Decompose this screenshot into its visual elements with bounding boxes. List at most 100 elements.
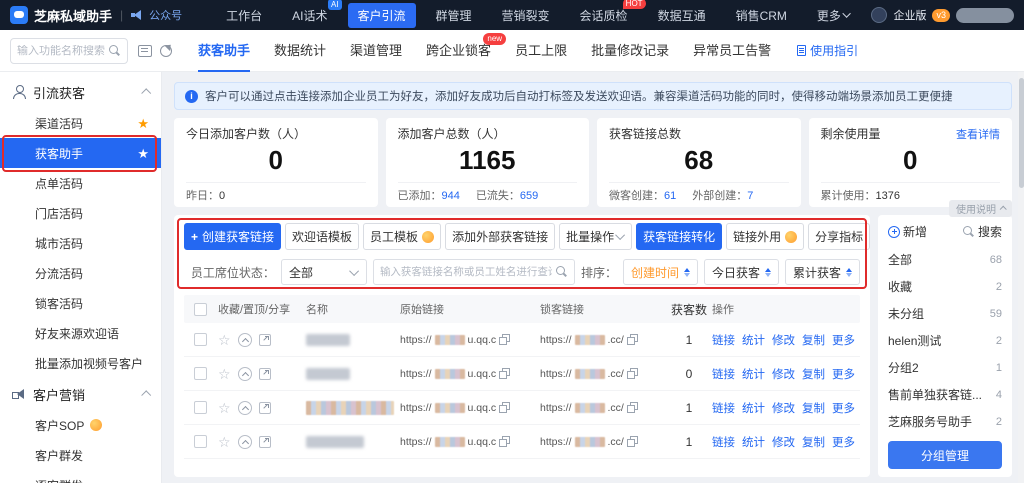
group-item-favorites[interactable]: 收藏2 <box>888 273 1002 300</box>
action-copy[interactable]: 复制 <box>802 332 825 348</box>
action-more[interactable]: 更多 <box>832 366 855 382</box>
link-search-input[interactable] <box>380 266 552 278</box>
action-link[interactable]: 链接 <box>712 332 735 348</box>
action-edit[interactable]: 修改 <box>772 400 795 416</box>
copy-icon[interactable] <box>627 334 638 345</box>
action-copy[interactable]: 复制 <box>802 366 825 382</box>
action-stats[interactable]: 统计 <box>742 434 765 450</box>
stat-foot-value[interactable]: 61 <box>664 190 676 202</box>
copy-icon[interactable] <box>627 402 638 413</box>
row-checkbox[interactable] <box>194 435 207 448</box>
sidebar-item-friend-source-welcome[interactable]: 好友来源欢迎语 <box>0 318 161 348</box>
stat-foot-value[interactable]: 944 <box>442 190 460 202</box>
topnav-data-sync[interactable]: 数据互通 <box>648 3 716 28</box>
pin-top-icon[interactable] <box>238 333 252 347</box>
topnav-customer-acquisition[interactable]: 客户引流 <box>348 3 416 28</box>
sidebar-section-marketing[interactable]: 客户营销 <box>0 378 161 410</box>
view-details-link[interactable]: 查看详情 <box>956 126 1000 142</box>
action-link[interactable]: 链接 <box>712 434 735 450</box>
usage-guide-link[interactable]: 使用指引 <box>797 42 858 59</box>
row-checkbox[interactable] <box>194 333 207 346</box>
topnav-group-management[interactable]: 群管理 <box>426 3 482 28</box>
batch-operation-button[interactable]: 批量操作 <box>559 223 632 250</box>
sidebar-item-store-code[interactable]: 门店活码 <box>0 198 161 228</box>
group-search-button[interactable]: 搜索 <box>963 223 1002 240</box>
sidebar-item-batch-video-customer[interactable]: 批量添加视频号客户 <box>0 348 161 378</box>
tab-data-statistics[interactable]: 数据统计 <box>274 30 326 72</box>
group-add-button[interactable]: 新增 <box>888 223 927 240</box>
action-copy[interactable]: 复制 <box>802 434 825 450</box>
action-stats[interactable]: 统计 <box>742 400 765 416</box>
tab-acquisition-assistant[interactable]: 获客助手 <box>198 30 250 72</box>
topnav-marketing-fission[interactable]: 营销裂变 <box>492 3 560 28</box>
copy-icon[interactable] <box>499 368 510 379</box>
copy-icon[interactable] <box>499 334 510 345</box>
action-more[interactable]: 更多 <box>832 332 855 348</box>
topnav-chat-quality[interactable]: 会话质检HOT <box>570 3 638 28</box>
group-item-helen-test[interactable]: helen测试2 <box>888 327 1002 354</box>
action-stats[interactable]: 统计 <box>742 366 765 382</box>
action-edit[interactable]: 修改 <box>772 434 795 450</box>
stat-foot-value[interactable]: 659 <box>520 190 538 202</box>
action-edit[interactable]: 修改 <box>772 366 795 382</box>
share-icon[interactable] <box>259 402 271 414</box>
group-item-presales[interactable]: 售前单独获客链...4 <box>888 381 1002 408</box>
add-external-link-button[interactable]: 添加外部获客链接 <box>445 223 555 250</box>
share-icon[interactable] <box>259 368 271 380</box>
sidebar-item-acquisition-assistant[interactable]: 获客助手 ★ <box>0 138 161 168</box>
group-item-ungrouped[interactable]: 未分组59 <box>888 300 1002 327</box>
tab-batch-modify-log[interactable]: 批量修改记录 <box>591 30 669 72</box>
topnav-more[interactable]: 更多 <box>807 3 861 28</box>
link-search-box[interactable] <box>373 259 575 285</box>
favorite-icon[interactable]: ☆ <box>218 367 231 381</box>
favorite-icon[interactable]: ☆ <box>218 401 231 415</box>
tab-cross-enterprise-lock[interactable]: 跨企业锁客new <box>426 30 491 72</box>
tab-abnormal-staff-alert[interactable]: 异常员工告警 <box>693 30 771 72</box>
group-item-all[interactable]: 全部68 <box>888 246 1002 273</box>
scrollbar-thumb[interactable] <box>1019 78 1024 188</box>
favorite-icon[interactable]: ☆ <box>218 435 231 449</box>
pin-top-icon[interactable] <box>238 401 252 415</box>
sidebar-section-acquisition[interactable]: 引流获客 <box>0 76 161 108</box>
copy-icon[interactable] <box>627 368 638 379</box>
pin-top-icon[interactable] <box>238 367 252 381</box>
select-all-checkbox[interactable] <box>194 303 207 316</box>
topnav-ai-script[interactable]: AI话术AI <box>282 3 337 28</box>
function-search[interactable] <box>10 38 128 64</box>
function-search-input[interactable] <box>17 45 105 57</box>
welcome-template-button[interactable]: 欢迎语模板 <box>285 223 359 250</box>
copy-icon[interactable] <box>627 436 638 447</box>
action-stats[interactable]: 统计 <box>742 332 765 348</box>
sort-create-time[interactable]: 创建时间 <box>623 259 698 285</box>
star-icon[interactable]: ★ <box>137 117 149 130</box>
sidebar-item-customer-mass-send[interactable]: 客户群发 <box>0 440 161 470</box>
group-item-service-assistant[interactable]: 芝麻服务号助手2 <box>888 408 1002 435</box>
share-icon[interactable] <box>259 436 271 448</box>
group-item-group2[interactable]: 分组21 <box>888 354 1002 381</box>
action-more[interactable]: 更多 <box>832 400 855 416</box>
link-external-use-button[interactable]: 链接外用 <box>726 223 804 250</box>
link-conversion-button[interactable]: 获客链接转化 <box>636 223 722 250</box>
sort-today-count[interactable]: 今日获客 <box>704 259 779 285</box>
copy-icon[interactable] <box>499 402 510 413</box>
share-metrics-button[interactable]: 分享指标 <box>808 223 870 250</box>
sort-total-count[interactable]: 累计获客 <box>785 259 860 285</box>
row-checkbox[interactable] <box>194 367 207 380</box>
sidebar-item-customer-sop[interactable]: 客户SOP <box>0 410 161 440</box>
avatar[interactable] <box>871 7 887 23</box>
favorite-icon[interactable]: ☆ <box>218 333 231 347</box>
sidebar-item-channel-code[interactable]: 渠道活码 ★ <box>0 108 161 138</box>
stat-foot-value[interactable]: 7 <box>747 190 753 202</box>
page-scrollbar[interactable] <box>1018 72 1024 483</box>
action-more[interactable]: 更多 <box>832 434 855 450</box>
topnav-workbench[interactable]: 工作台 <box>216 3 272 28</box>
sidebar-item-lock-code[interactable]: 锁客活码 <box>0 288 161 318</box>
star-icon[interactable]: ★ <box>137 147 149 160</box>
usage-note-collapse[interactable]: 使用说明 <box>949 200 1012 217</box>
sidebar-item-sequential-mass-send[interactable]: 逐客群发 <box>0 470 161 483</box>
seat-status-select[interactable]: 全部 <box>281 259 367 285</box>
action-edit[interactable]: 修改 <box>772 332 795 348</box>
row-checkbox[interactable] <box>194 401 207 414</box>
tab-staff-limit[interactable]: 员工上限 <box>515 30 567 72</box>
action-link[interactable]: 链接 <box>712 366 735 382</box>
